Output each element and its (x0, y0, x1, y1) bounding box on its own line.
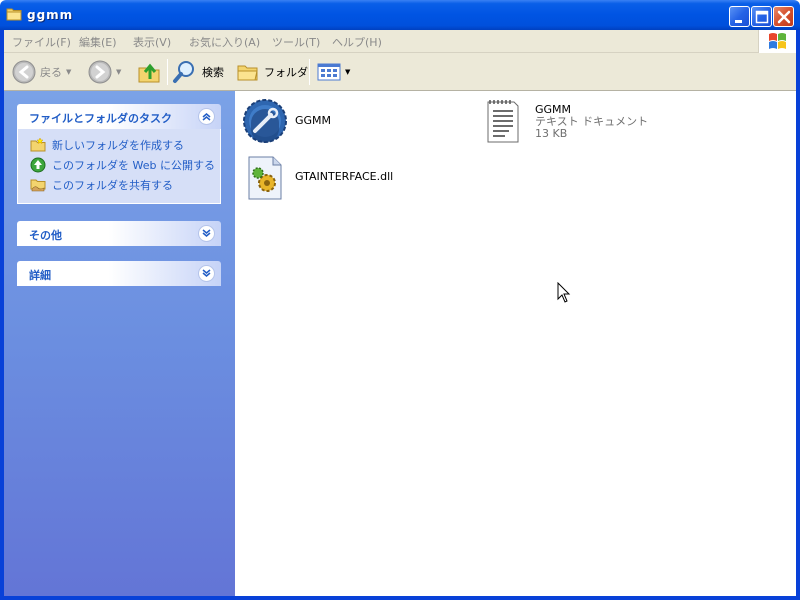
close-icon (777, 10, 791, 24)
folders-icon (237, 65, 258, 81)
file-item[interactable]: GTAINTERFACE.dll (241, 153, 393, 201)
expand-chevron[interactable] (198, 265, 215, 282)
maximize-icon (755, 10, 769, 24)
application-gear-icon (243, 99, 287, 143)
file-text: GTAINTERFACE.dll (295, 171, 393, 201)
folders-button[interactable]: フォルダ (236, 53, 308, 91)
forward-button[interactable]: ▼ (88, 53, 121, 91)
forward-arrow-icon (88, 60, 112, 84)
file-text: GGMM テキスト ドキュメント 13 KB (535, 104, 648, 145)
details-header[interactable]: 詳細 (17, 261, 221, 286)
file-size: 13 KB (535, 127, 568, 140)
toolbar-separator (167, 59, 168, 85)
menu-view[interactable]: 表示(V) (133, 34, 171, 50)
task-share-folder[interactable]: このフォルダを共有する (30, 175, 220, 195)
back-arrow-icon (12, 60, 36, 84)
folders-label: フォルダ (264, 66, 308, 79)
task-pane: ファイルとフォルダのタスク 新しいフォルダを作成する このフォルダを Web に… (4, 91, 235, 596)
back-label: 戻る (40, 66, 62, 79)
task-publish-web[interactable]: このフォルダを Web に公開する (30, 155, 220, 175)
file-text: GGMM (295, 115, 331, 145)
file-folder-tasks-header[interactable]: ファイルとフォルダのタスク (17, 104, 221, 129)
file-folder-tasks-body: 新しいフォルダを作成する このフォルダを Web に公開する このフォルダを共有… (17, 129, 221, 204)
chevron-down-icon (202, 229, 211, 237)
menu-help[interactable]: ヘルプ(H) (332, 34, 382, 50)
other-places-header[interactable]: その他 (17, 221, 221, 246)
file-item[interactable]: GGMM テキスト ドキュメント 13 KB (481, 97, 648, 145)
up-folder-button[interactable] (136, 53, 162, 91)
views-dropdown-icon: ▼ (345, 68, 351, 76)
publish-web-icon (30, 157, 46, 173)
window-title: ggmm (27, 8, 74, 22)
dll-file-icon (248, 156, 282, 200)
views-grid-icon (317, 63, 341, 81)
text-document-icon (487, 100, 519, 143)
minimize-button[interactable] (729, 6, 750, 27)
file-name: GTAINTERFACE.dll (295, 170, 394, 183)
task-publish-web-label: このフォルダを Web に公開する (52, 159, 215, 172)
new-folder-icon (30, 137, 46, 152)
up-folder-icon (138, 63, 160, 83)
folder-icon (6, 8, 22, 21)
file-item[interactable]: GGMM (241, 97, 331, 145)
close-button[interactable] (773, 6, 794, 27)
windows-logo (758, 30, 796, 53)
menu-bar: ファイル(F) 編集(E) 表示(V) お気に入り(A) ツール(T) ヘルプ(… (4, 30, 796, 53)
task-share-folder-label: このフォルダを共有する (52, 179, 173, 192)
task-new-folder[interactable]: 新しいフォルダを作成する (30, 135, 220, 155)
back-dropdown-icon: ▼ (66, 68, 72, 76)
forward-dropdown-icon: ▼ (116, 68, 122, 76)
title-bar[interactable]: ggmm (0, 0, 800, 30)
window-frame-bottom (0, 596, 800, 600)
search-label: 検索 (202, 66, 224, 79)
windows-flag-icon (769, 33, 786, 49)
menu-edit[interactable]: 編集(E) (79, 34, 117, 50)
share-folder-icon (30, 179, 46, 192)
file-folder-tasks-title: ファイルとフォルダのタスク (29, 112, 172, 125)
search-icon (173, 61, 194, 83)
file-list-pane[interactable]: GGMM GGMM テキスト ドキュメント 13 KB GTAINTERFACE… (235, 91, 796, 596)
menu-tools[interactable]: ツール(T) (272, 34, 320, 50)
maximize-button[interactable] (751, 6, 772, 27)
details-panel: 詳細 (17, 261, 221, 286)
menu-favorites[interactable]: お気に入り(A) (189, 34, 260, 50)
toolbar: 戻る ▼ ▼ 検索 フォルダ ▼ (4, 53, 796, 91)
search-button[interactable]: 検索 (172, 53, 224, 91)
minimize-icon (735, 20, 742, 23)
window-frame-right (796, 30, 800, 600)
file-name: GGMM (295, 114, 332, 127)
toolbar-separator (309, 59, 310, 85)
task-new-folder-label: 新しいフォルダを作成する (52, 139, 184, 152)
expand-chevron[interactable] (198, 225, 215, 242)
collapse-chevron[interactable] (198, 108, 215, 125)
other-places-panel: その他 (17, 221, 221, 246)
details-title: 詳細 (29, 269, 51, 282)
file-folder-tasks-panel: ファイルとフォルダのタスク 新しいフォルダを作成する このフォルダを Web に… (17, 104, 221, 204)
mouse-cursor-icon (557, 282, 571, 303)
back-button[interactable]: 戻る ▼ (12, 53, 71, 91)
chevron-up-icon (202, 113, 211, 121)
chevron-down-icon (202, 269, 211, 277)
other-places-title: その他 (29, 229, 62, 242)
menu-file[interactable]: ファイル(F) (12, 34, 71, 50)
views-button[interactable]: ▼ (317, 53, 350, 91)
